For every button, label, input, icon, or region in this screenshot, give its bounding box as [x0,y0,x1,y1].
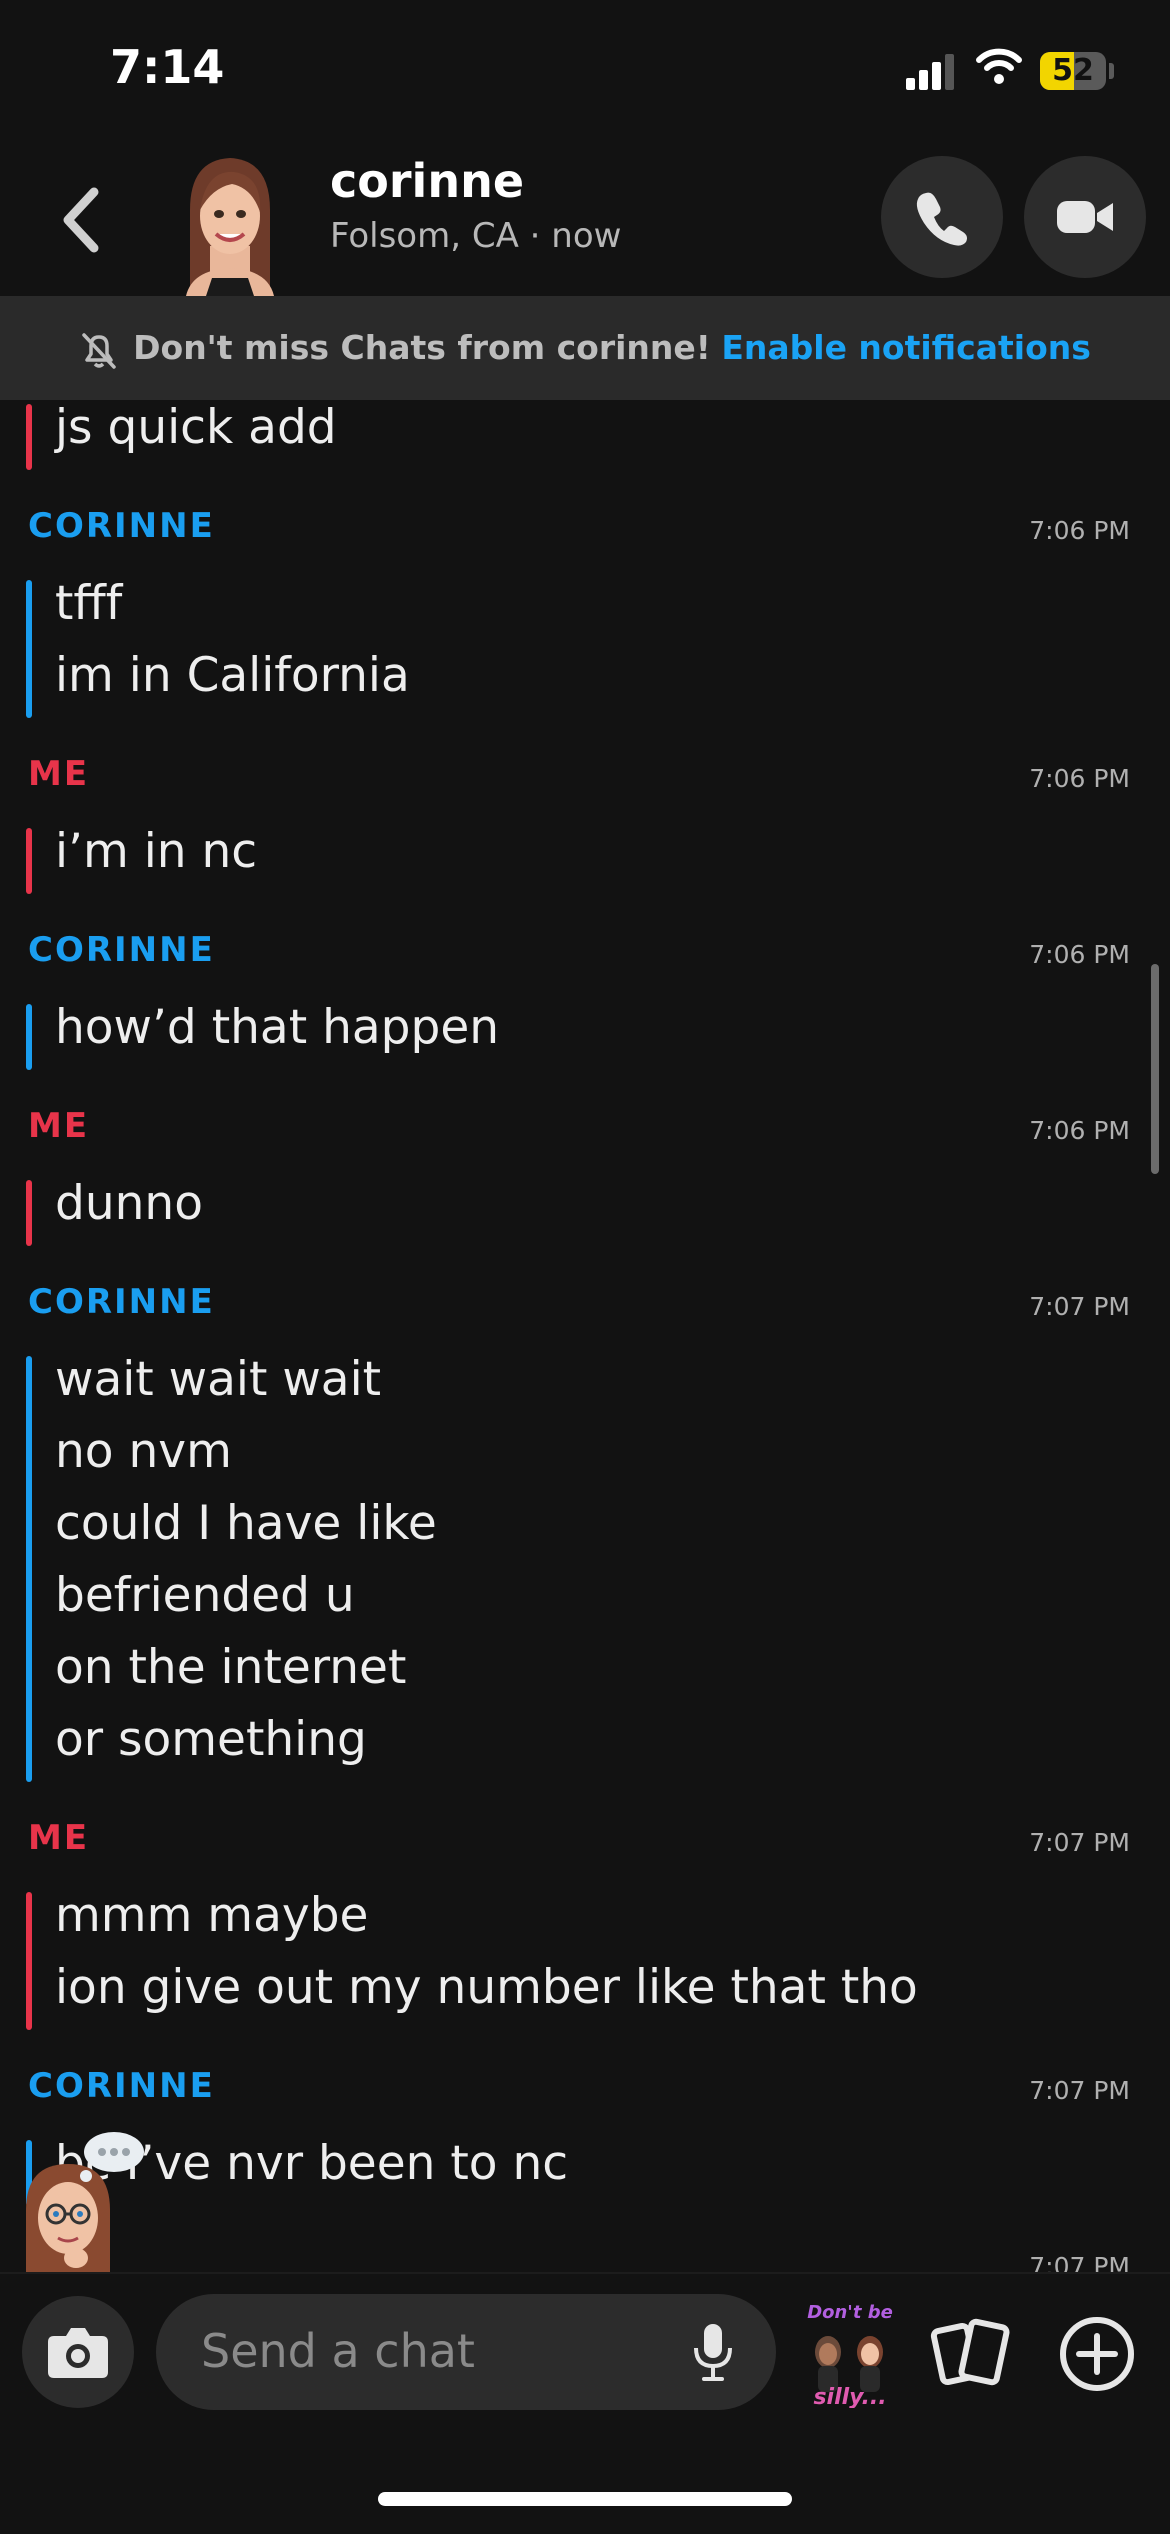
message-text[interactable]: on the internet [55,1640,406,1695]
bell-off-icon [82,332,116,369]
message-text[interactable]: befriended u [55,1568,355,1623]
message-sender: CORINNE [28,506,215,546]
sticker-button[interactable]: Don't be silly... [800,2300,900,2408]
message-text[interactable]: how’d that happen [55,1000,499,1055]
message-timestamp: 7:07 PM [1029,2252,1130,2272]
enable-notifications-link[interactable]: Enable notifications [721,328,1091,367]
camera-icon [48,2328,108,2378]
camera-button[interactable] [22,2296,134,2408]
message-bar [26,828,32,894]
phone-icon [916,192,967,246]
message-timestamp: 7:06 PM [1029,1116,1130,1145]
contact-status: Folsom, CA · now [330,216,621,256]
video-camera-icon [1057,201,1113,233]
message-text[interactable]: js quick add [55,400,337,455]
notification-text: Don't miss Chats from corinne! [133,328,711,367]
message-bar [26,1004,32,1070]
battery-icon: 52 [1040,52,1106,90]
message-text[interactable]: mmm maybe [55,1888,368,1943]
call-button[interactable] [881,156,1003,278]
video-call-button[interactable] [1024,156,1146,278]
message-sender: CORINNE [28,1282,215,1322]
microphone-icon[interactable] [692,2322,734,2382]
thought-bubble-icon [80,2132,144,2182]
message-text[interactable]: no nvm [55,1424,232,1479]
wifi-icon [976,48,1022,84]
status-time: 7:14 [110,40,225,94]
message-timestamp: 7:06 PM [1029,764,1130,793]
message-sender: CORINNE [28,2066,215,2106]
message-bar [26,1892,32,2030]
message-timestamp: 7:06 PM [1029,940,1130,969]
home-indicator[interactable] [378,2492,792,2506]
contact-name[interactable]: corinne [330,154,524,208]
message-bar [26,580,32,718]
message-timestamp: 7:07 PM [1029,1292,1130,1321]
avatar[interactable] [172,150,288,296]
message-text[interactable]: could I have like [55,1496,437,1551]
message-text[interactable]: dunno [55,1176,203,1231]
message-text[interactable]: im in California [55,648,410,703]
message-sender: ME [28,754,90,794]
battery-percentage: 52 [1052,53,1094,88]
chat-header: corinne Folsom, CA · now [0,150,1170,296]
message-text[interactable]: i’m in nc [55,824,257,879]
message-bar [26,404,32,470]
sticker-text-top: Don't be [807,2302,893,2323]
message-bar [26,1356,32,1782]
notification-banner: Don't miss Chats from corinne! Enable no… [0,296,1170,400]
chevron-left-icon[interactable] [50,180,110,260]
message-timestamp: 7:07 PM [1029,2076,1130,2105]
cards-icon[interactable] [930,2314,1010,2394]
sticker-text-bottom: silly... [813,2385,886,2408]
cellular-signal-icon [906,50,956,90]
message-text[interactable]: tfff [55,576,122,631]
message-sender: ME [28,1106,90,1146]
message-sender: CORINNE [28,930,215,970]
chat-transcript[interactable]: js quick add CORINNE 7:06 PM tfff im in Cali… [0,400,1170,2272]
message-text[interactable]: ion give out my number like that tho [55,1960,918,2015]
message-timestamp: 7:06 PM [1029,516,1130,545]
message-text[interactable]: or something [55,1712,367,1767]
plus-circle-icon[interactable] [1057,2314,1137,2394]
message-timestamp: 7:07 PM [1029,1828,1130,1857]
battery-nub [1109,63,1114,79]
scrollbar[interactable] [1151,964,1159,1174]
message-text[interactable]: wait wait wait [55,1352,381,1407]
message-bar [26,1180,32,1246]
status-bar: 7:14 52 [0,0,1170,150]
chat-input-placeholder: Send a chat [201,2324,475,2378]
message-sender: ME [28,1818,90,1858]
contact-location: Folsom, CA [330,216,519,256]
status-separator: · [529,216,541,256]
contact-presence: now [551,216,622,256]
chat-input[interactable]: Send a chat [156,2294,776,2410]
